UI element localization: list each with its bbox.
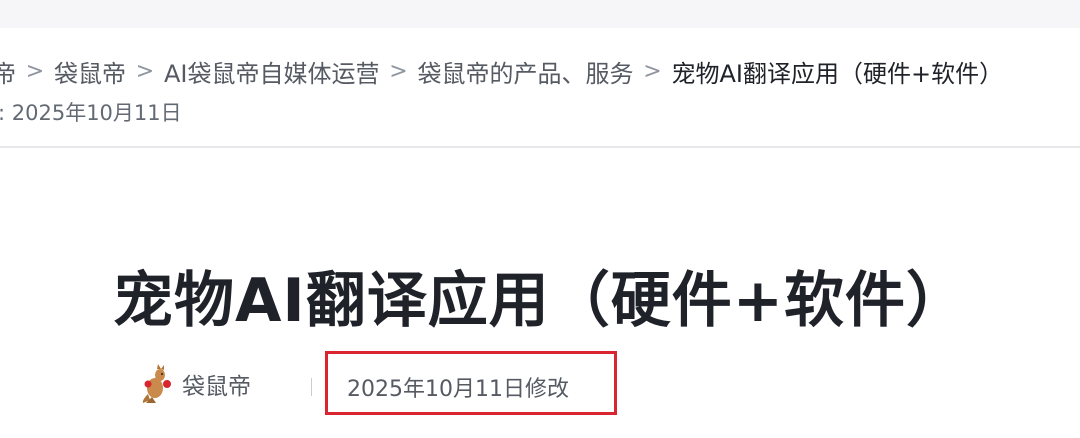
chevron-right-icon: > xyxy=(643,59,662,84)
breadcrumb-item-products[interactable]: 袋鼠帝的产品、服务 xyxy=(418,54,634,89)
breadcrumb-item-current[interactable]: 宠物AI翻译应用（硬件+软件） xyxy=(672,54,1004,89)
modified-date-text: 2025年10月11日修改 xyxy=(347,377,569,402)
author-name[interactable]: 袋鼠帝 xyxy=(182,367,251,401)
author-info[interactable]: 袋鼠帝 xyxy=(140,364,251,404)
page-title: 宠物AI翻译应用（硬件+软件） xyxy=(112,266,968,336)
meta-separator xyxy=(311,378,312,396)
chevron-right-icon: > xyxy=(25,59,45,84)
breadcrumb-item-daishudi[interactable]: 袋鼠帝 xyxy=(54,54,126,89)
breadcrumb-item-media-ops[interactable]: AI袋鼠帝自媒体运营 xyxy=(164,54,380,89)
chevron-right-icon: > xyxy=(389,59,408,84)
kangaroo-avatar-icon xyxy=(140,364,174,404)
last-updated-text: : 2025年10月11日 xyxy=(0,101,182,125)
chevron-right-icon: > xyxy=(135,59,155,84)
top-bar xyxy=(0,0,1080,28)
breadcrumb-item-parent[interactable]: 帝 xyxy=(0,54,16,89)
breadcrumb: 帝 > 袋鼠帝 > AI袋鼠帝自媒体运营 > 袋鼠帝的产品、服务 > 宠物AI翻… xyxy=(0,54,1003,89)
header-divider xyxy=(0,146,1080,148)
